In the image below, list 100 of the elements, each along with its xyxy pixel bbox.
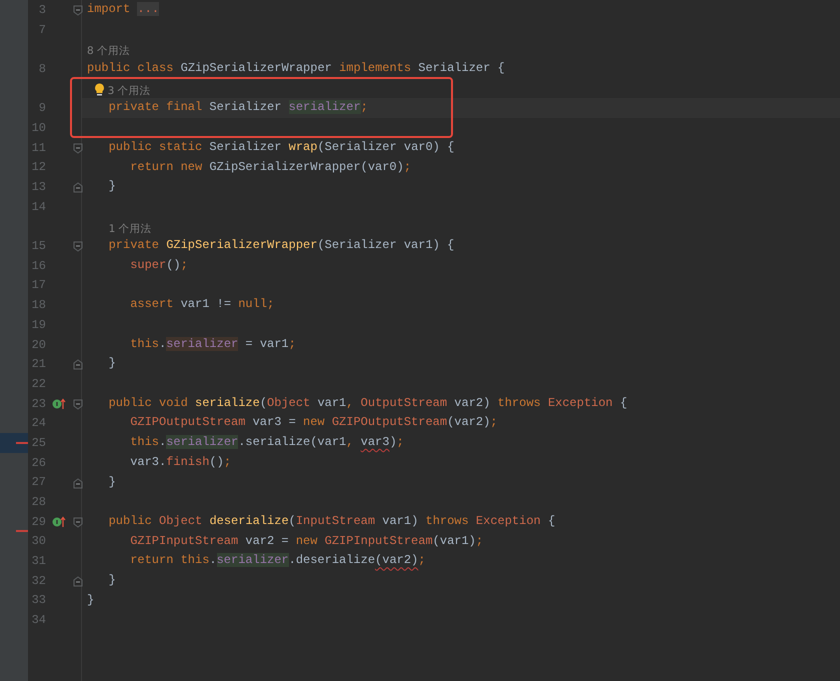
code-token: Object: [159, 514, 204, 528]
line-number: 28: [30, 496, 46, 508]
code-token: ;: [404, 160, 412, 174]
code-token: implements: [339, 61, 412, 76]
usage-hint[interactable]: 8 个用法: [87, 45, 130, 60]
code-token: .serialize(var1: [238, 435, 346, 450]
code-token: wrap: [288, 140, 318, 154]
fold-icon[interactable]: [73, 182, 83, 194]
code-token: .: [159, 336, 166, 351]
code-token: super: [130, 258, 166, 272]
code-token: var3: [360, 435, 390, 450]
code-token: (var1): [432, 534, 476, 548]
code-token: finish: [166, 454, 210, 469]
code-token: var2 =: [245, 534, 290, 548]
implements-icon[interactable]: [52, 398, 66, 410]
code-token: Serializer: [209, 140, 282, 154]
code-token: {: [548, 514, 556, 528]
code-token: {: [620, 396, 628, 410]
line-number: 29: [30, 516, 46, 528]
code-token: ;: [267, 297, 274, 312]
code-token: new: [303, 415, 326, 430]
fold-icon[interactable]: [73, 359, 83, 370]
code-token: ;: [396, 435, 404, 450]
code-token: ;: [490, 415, 498, 430]
line-number: 24: [30, 417, 46, 430]
code-token: ;: [360, 100, 368, 114]
line-number: 14: [30, 200, 46, 213]
code-token: ,: [346, 396, 354, 410]
fold-icon[interactable]: [73, 576, 83, 587]
code-token: serializer: [166, 435, 238, 450]
lightbulb-icon[interactable]: [94, 83, 105, 96]
line-number: 7: [38, 24, 46, 36]
line-number: 31: [30, 555, 46, 568]
line-number: 9: [38, 102, 46, 114]
code-token: var2): [454, 396, 492, 410]
line-number: 34: [30, 614, 46, 626]
code-token: }: [108, 179, 116, 194]
line-number: 30: [30, 535, 46, 548]
code-token: var3.: [130, 454, 166, 469]
fold-icon[interactable]: [73, 142, 83, 154]
line-number: 25: [30, 436, 46, 449]
fold-icon[interactable]: [73, 398, 83, 410]
line-number: 23: [30, 398, 46, 410]
code-token: GZipSerializerWrapper(var0): [209, 160, 404, 174]
code-token: (var2): [375, 553, 418, 568]
code-token: (: [260, 396, 268, 410]
code-token: public void: [108, 396, 189, 410]
code-token: Object: [267, 396, 312, 410]
usage-hint[interactable]: 1 个用法: [108, 222, 152, 236]
code-token: throws: [426, 514, 470, 528]
usage-hint[interactable]: 3 个用法: [108, 84, 151, 98]
code-token: Serializer: [209, 100, 282, 114]
code-token: ;: [180, 258, 188, 272]
code-token: GZIPOutputStream: [130, 415, 246, 430]
line-number: 33: [30, 594, 46, 606]
code-token: assert: [130, 297, 174, 312]
code-token: serialize: [195, 396, 260, 410]
code-token: }: [108, 572, 116, 587]
code-token: (: [288, 514, 296, 528]
fold-icon[interactable]: [73, 516, 83, 528]
code-token: .deserialize: [288, 553, 376, 568]
code-token: Exception: [476, 514, 542, 528]
code-token: var1): [382, 514, 420, 528]
code-token: return new: [130, 160, 204, 174]
code-token: GZIPOutputStream: [332, 415, 448, 430]
implements-icon[interactable]: [52, 516, 66, 528]
code-token: serializer: [166, 336, 238, 351]
line-number: 26: [30, 456, 46, 469]
line-number: 11: [30, 142, 46, 154]
code-token: private final: [108, 100, 204, 114]
line-number: 18: [30, 299, 46, 312]
code-token: deserialize: [209, 514, 289, 528]
code-token: ;: [418, 553, 426, 568]
code-token: var3 =: [252, 415, 297, 430]
fold-icon[interactable]: [73, 478, 83, 488]
code-token: private: [108, 238, 160, 252]
line-number: 13: [30, 181, 46, 194]
code-token: GZipSerializerWrapper: [166, 238, 318, 252]
line-number: 22: [30, 378, 46, 390]
line-number: 32: [30, 574, 46, 587]
code-token: ...: [137, 2, 160, 16]
code-token: ;: [224, 454, 232, 469]
code-token: this: [130, 435, 159, 450]
code-token: public class: [87, 61, 174, 76]
line-number: 21: [30, 358, 46, 370]
code-token: throws: [498, 396, 542, 410]
code-token: (Serializer var1) {: [317, 238, 454, 252]
code-token: (Serializer var0) {: [317, 140, 454, 154]
code-token: }: [87, 592, 94, 607]
line-number: 8: [38, 62, 46, 75]
fold-icon[interactable]: [73, 5, 83, 16]
code-token: ;: [288, 336, 296, 351]
line-number: 20: [30, 338, 46, 351]
fold-icon[interactable]: [73, 241, 83, 252]
code-token: ): [389, 435, 397, 450]
code-token: .: [209, 553, 217, 568]
line-number: 17: [30, 279, 46, 292]
code-token: import: [87, 2, 132, 16]
code-token: serializer: [216, 553, 289, 568]
code-token: serializer: [288, 100, 361, 114]
